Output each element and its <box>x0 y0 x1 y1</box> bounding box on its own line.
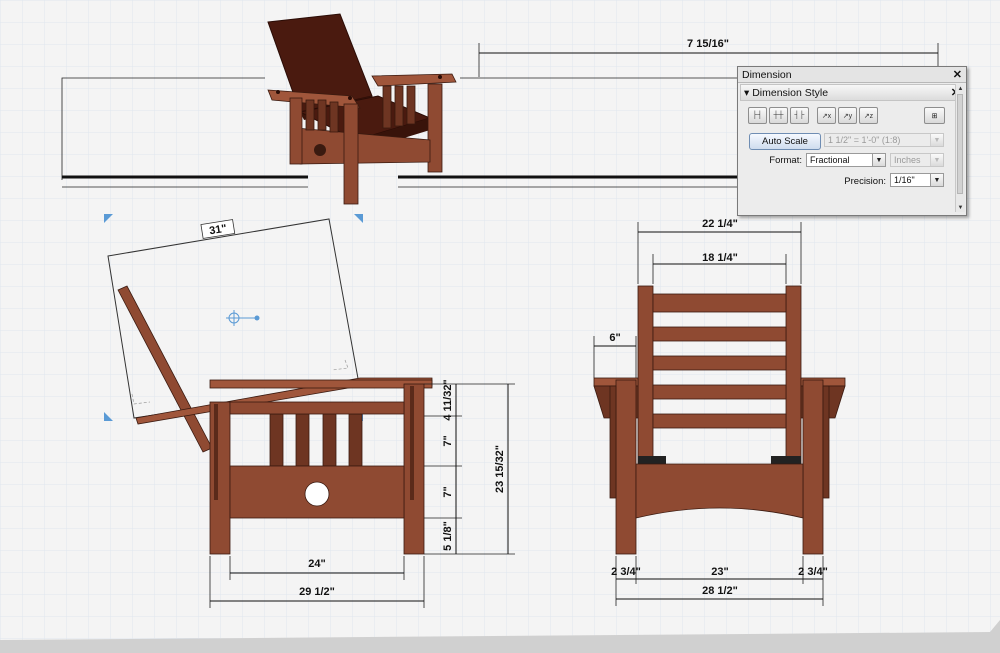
dim-side-seg-2[interactable]: 7" <box>442 435 454 446</box>
tick-end-button[interactable]: ┤├ <box>790 107 809 124</box>
dim-side-overall-depth[interactable]: 29 1/2" <box>299 586 335 598</box>
side-leg-back <box>209 401 231 555</box>
format-select[interactable]: Fractional ▼ <box>806 153 886 167</box>
format-chevron-down-icon: ▼ <box>872 154 885 166</box>
arrow-z-icon: ↗z <box>863 112 874 120</box>
tick-mid-icon: ┼┼ <box>773 112 784 119</box>
dim-overall-width[interactable]: 22 1/4" <box>702 218 738 230</box>
dimension-settings-button[interactable]: ⊞ <box>924 107 945 124</box>
palette-close-icon[interactable]: ✕ <box>953 68 962 81</box>
palette-scrollbar[interactable]: ▲ ▼ <box>955 84 965 212</box>
units-select-value: Inches <box>894 155 921 165</box>
dimension-palette[interactable]: Dimension ✕ ▾ Dimension Style ✕ ├┤ ┼┼ ┤├… <box>737 66 967 216</box>
dimension-style-header[interactable]: ▾ Dimension Style ✕ <box>740 84 964 101</box>
front-back-post-right <box>785 285 802 465</box>
dim-arm-overhang[interactable]: 6" <box>609 332 620 344</box>
arrow-y-icon: ↗y <box>842 112 853 120</box>
auto-scale-button[interactable]: Auto Scale <box>749 133 821 150</box>
scale-select-value: 1 1/2" = 1'-0" (1:8) <box>828 135 901 145</box>
dim-side-seg-3[interactable]: 7" <box>442 486 454 497</box>
arrow-z-button[interactable]: ↗z <box>859 107 878 124</box>
dim-front-overall[interactable]: 28 1/2" <box>702 585 738 597</box>
dim-front-inner[interactable]: 23" <box>711 566 728 578</box>
scroll-down-icon[interactable]: ▼ <box>956 203 965 212</box>
precision-select[interactable]: 1/16" ▼ <box>890 173 944 187</box>
front-back-post-left <box>637 285 654 465</box>
scale-chevron-down-icon: ▼ <box>930 134 943 146</box>
scroll-thumb[interactable] <box>957 94 963 194</box>
scroll-up-icon[interactable]: ▲ <box>956 84 965 93</box>
dimension-tool-buttons: ├┤ ┼┼ ┤├ ↗x ↗y ↗z <box>748 107 878 124</box>
collapse-triangle-icon[interactable]: ▾ <box>744 87 749 99</box>
arrow-y-button[interactable]: ↗y <box>838 107 857 124</box>
dim-side-seg-1[interactable]: 4 11/32" <box>442 379 454 420</box>
dim-front-leg-right[interactable]: 2 3/4" <box>798 566 828 578</box>
dim-side-height[interactable]: 23 15/32" <box>494 445 506 493</box>
dim-side-seg-4[interactable]: 5 1/8" <box>442 521 454 551</box>
format-label: Format: <box>769 155 802 166</box>
scale-select[interactable]: 1 1/2" = 1'-0" (1:8) ▼ <box>824 133 944 147</box>
dim-inner-width[interactable]: 18 1/4" <box>702 252 738 264</box>
front-leg-left <box>615 379 637 555</box>
tick-base-icon: ├┤ <box>752 112 763 119</box>
precision-chevron-down-icon: ▼ <box>930 174 943 186</box>
dim-front-leg-left[interactable]: 2 3/4" <box>611 566 641 578</box>
palette-title: Dimension <box>742 68 792 81</box>
drawing-canvas[interactable]: 7 15/16" 31" 4 11/32" 7" 7" 5 1/8" 23 15… <box>0 0 1000 653</box>
arrow-x-icon: ↗x <box>821 112 832 120</box>
dimension-ruler-icon: ⊞ <box>931 112 938 120</box>
precision-select-value: 1/16" <box>894 175 915 185</box>
dim-top-overall[interactable]: 7 15/16" <box>687 38 729 50</box>
units-select[interactable]: Inches ▼ <box>890 153 944 167</box>
dimension-style-title: Dimension Style <box>752 86 829 99</box>
side-arm <box>209 379 433 389</box>
format-select-value: Fractional <box>810 155 850 165</box>
tick-end-icon: ┤├ <box>794 112 805 119</box>
precision-label: Precision: <box>844 176 886 187</box>
arrow-x-button[interactable]: ↗x <box>817 107 836 124</box>
front-leg-right <box>802 379 824 555</box>
dim-side-inner-depth[interactable]: 24" <box>308 558 325 570</box>
tick-base-button[interactable]: ├┤ <box>748 107 767 124</box>
units-chevron-down-icon: ▼ <box>930 154 943 166</box>
palette-titlebar[interactable]: Dimension ✕ <box>738 67 966 83</box>
tick-mid-button[interactable]: ┼┼ <box>769 107 788 124</box>
